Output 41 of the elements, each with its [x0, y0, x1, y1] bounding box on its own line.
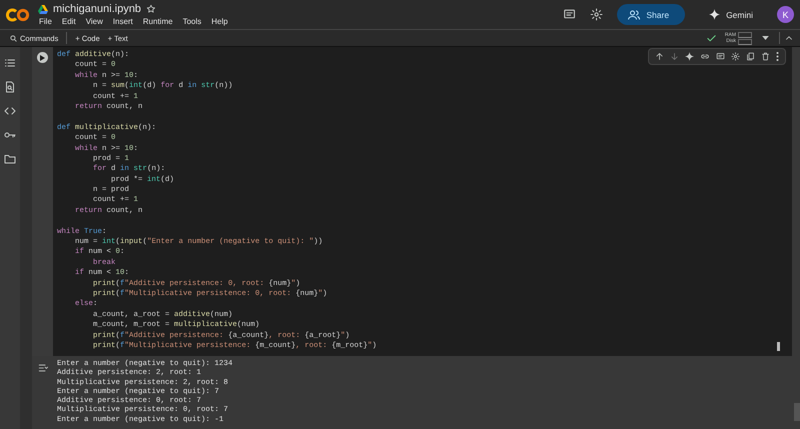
find-icon[interactable] — [4, 81, 16, 93]
list-icon[interactable] — [4, 57, 16, 69]
sparkle-icon[interactable] — [685, 52, 694, 61]
notebook-title[interactable]: michiganuni.ipynb — [53, 3, 142, 15]
resource-meter[interactable] — [738, 32, 752, 44]
avatar[interactable]: K — [777, 6, 794, 23]
drive-icon — [38, 4, 48, 14]
sparkle-icon — [709, 9, 720, 20]
caret-icon[interactable] — [762, 36, 769, 40]
folder-icon[interactable] — [4, 153, 16, 165]
menu-item[interactable]: Edit — [62, 17, 76, 26]
settings-icon[interactable] — [731, 52, 740, 61]
trash-icon[interactable] — [761, 52, 770, 61]
run-button[interactable] — [37, 52, 48, 63]
star-icon[interactable] — [146, 4, 156, 14]
menu-item[interactable]: Insert — [112, 17, 133, 26]
settings-icon[interactable] — [590, 8, 604, 21]
menu-item[interactable]: View — [86, 17, 103, 26]
people-icon — [628, 10, 640, 20]
scrollbar-thumb[interactable] — [777, 342, 780, 351]
gemini-button[interactable]: Gemini — [699, 9, 763, 20]
mirror-cell-icon[interactable] — [746, 52, 755, 61]
menu-item[interactable]: Tools — [182, 17, 202, 26]
output-icon[interactable] — [38, 363, 48, 373]
arrow-down-icon[interactable] — [670, 52, 679, 61]
comment-icon[interactable] — [563, 8, 576, 21]
code-cell[interactable] — [32, 47, 792, 356]
comment-icon[interactable] — [716, 52, 725, 61]
check-icon[interactable] — [706, 32, 717, 44]
share-button[interactable]: Share — [617, 4, 686, 25]
link-icon[interactable] — [700, 52, 710, 61]
more-icon[interactable] — [776, 52, 779, 61]
scrollbar-thumb[interactable] — [794, 403, 800, 421]
logo-icon[interactable] — [6, 8, 30, 22]
search-icon — [10, 34, 17, 42]
play-icon — [40, 54, 45, 60]
menu-item[interactable]: Help — [211, 17, 228, 26]
menu-item[interactable]: File — [39, 17, 52, 26]
menu-item[interactable]: Runtime — [142, 17, 173, 26]
arrow-up-icon[interactable] — [655, 52, 664, 61]
code-icon[interactable] — [4, 105, 16, 117]
